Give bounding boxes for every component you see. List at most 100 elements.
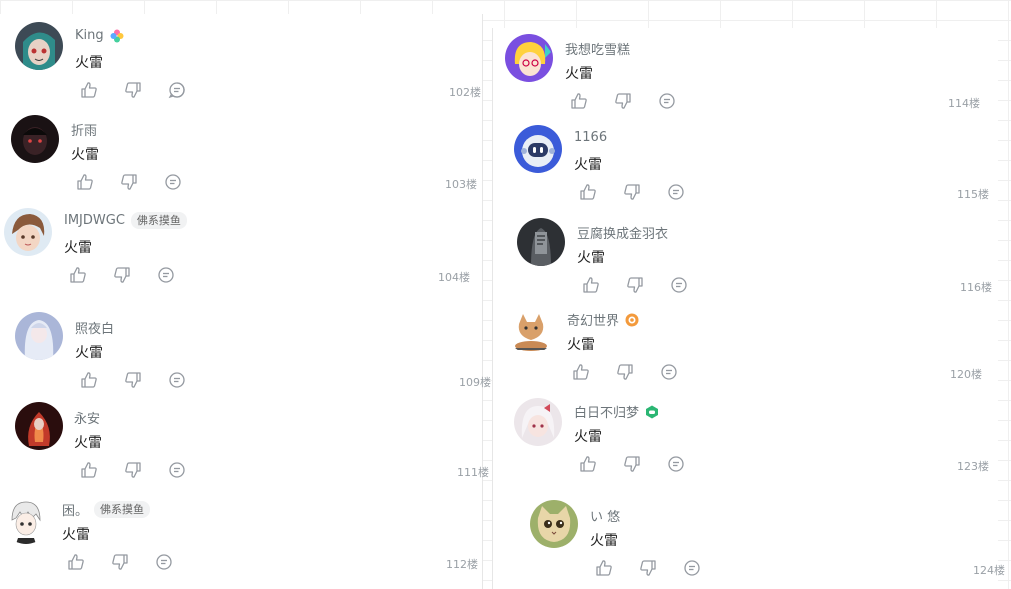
- like-button[interactable]: [579, 183, 597, 201]
- reply-button[interactable]: [168, 81, 186, 99]
- comment-bubble-icon: [168, 82, 185, 99]
- like-button[interactable]: [579, 455, 597, 473]
- comment-bubble-icon: [169, 462, 185, 478]
- reply-button[interactable]: [157, 266, 175, 284]
- reply-button[interactable]: [155, 553, 173, 571]
- avatar[interactable]: [2, 496, 50, 544]
- username[interactable]: 1166: [574, 130, 607, 145]
- username[interactable]: IMJDWGC 佛系摸鱼: [64, 212, 187, 229]
- username[interactable]: 照夜白: [75, 318, 114, 337]
- floor-number: 103楼: [445, 178, 477, 191]
- comment-actions: [80, 81, 186, 99]
- dislike-button[interactable]: [124, 81, 142, 99]
- avatar[interactable]: [11, 115, 59, 163]
- username-text[interactable]: 豆腐换成金羽衣: [577, 223, 668, 242]
- floor-number: 116楼: [960, 281, 992, 294]
- thumbs-up-icon: [68, 554, 84, 570]
- dislike-button[interactable]: [639, 559, 657, 577]
- avatar[interactable]: [517, 218, 565, 266]
- like-button[interactable]: [80, 461, 98, 479]
- comment-item: 永安 火雷 111楼: [0, 392, 489, 484]
- comment-item: 我想吃雪糕 火雷 114楼: [493, 28, 998, 120]
- like-button[interactable]: [80, 371, 98, 389]
- thumbs-up-icon: [580, 456, 596, 472]
- reply-button[interactable]: [667, 455, 685, 473]
- like-button[interactable]: [595, 559, 613, 577]
- avatar[interactable]: [15, 22, 63, 70]
- comment-text: 火雷: [75, 345, 103, 361]
- username-text[interactable]: 白日不归梦: [574, 402, 639, 421]
- comment-bubble-icon: [165, 174, 181, 190]
- avatar[interactable]: [530, 500, 578, 548]
- avatar[interactable]: [505, 34, 553, 82]
- comment-actions: [582, 276, 688, 294]
- avatar[interactable]: [15, 312, 63, 360]
- comment-item: 照夜白 火雷 109楼: [0, 302, 491, 392]
- comment-bubble-icon: [169, 372, 185, 388]
- comment-item: 白日不归梦 火雷 123楼: [493, 392, 998, 492]
- dislike-button[interactable]: [124, 461, 142, 479]
- comment-text: 火雷: [590, 533, 618, 549]
- avatar[interactable]: [15, 402, 63, 450]
- reply-button[interactable]: [658, 92, 676, 110]
- comment-actions: [595, 559, 701, 577]
- thumbs-up-icon: [81, 372, 97, 388]
- thumbs-up-icon: [81, 462, 97, 478]
- like-button[interactable]: [572, 363, 590, 381]
- like-button[interactable]: [582, 276, 600, 294]
- like-button[interactable]: [80, 81, 98, 99]
- username-text[interactable]: い 悠: [590, 506, 620, 525]
- dislike-button[interactable]: [614, 92, 632, 110]
- like-button[interactable]: [69, 266, 87, 284]
- username[interactable]: 白日不归梦: [574, 402, 659, 421]
- dislike-button[interactable]: [626, 276, 644, 294]
- comment-actions: [69, 266, 175, 284]
- reply-button[interactable]: [670, 276, 688, 294]
- reply-button[interactable]: [667, 183, 685, 201]
- reply-button[interactable]: [660, 363, 678, 381]
- left-comment-panel: King 火雷 102楼 折雨 火雷 103楼 IMJDWGC 佛系摸鱼 火雷 …: [0, 14, 491, 589]
- avatar[interactable]: [514, 398, 562, 446]
- reply-button[interactable]: [168, 371, 186, 389]
- dislike-button[interactable]: [111, 553, 129, 571]
- comment-item: King 火雷 102楼: [0, 14, 482, 106]
- comment-bubble-icon: [668, 456, 684, 472]
- username-text[interactable]: King: [75, 28, 104, 43]
- like-button[interactable]: [76, 173, 94, 191]
- avatar[interactable]: [507, 306, 555, 354]
- dislike-button[interactable]: [616, 363, 634, 381]
- dislike-button[interactable]: [623, 455, 641, 473]
- reply-button[interactable]: [164, 173, 182, 191]
- avatar[interactable]: [514, 125, 562, 173]
- username[interactable]: 我想吃雪糕: [565, 39, 630, 58]
- floor-number: 115楼: [957, 188, 989, 201]
- username[interactable]: 折雨: [71, 120, 97, 139]
- username[interactable]: 豆腐换成金羽衣: [577, 223, 668, 242]
- username-text[interactable]: 奇幻世界: [567, 310, 619, 329]
- floor-number: 102楼: [449, 86, 481, 99]
- like-button[interactable]: [67, 553, 85, 571]
- comment-bubble-icon: [661, 364, 677, 380]
- avatar[interactable]: [4, 208, 52, 256]
- username-text[interactable]: 困。: [62, 500, 88, 519]
- username-text[interactable]: 1166: [574, 130, 607, 145]
- comment-actions: [570, 92, 676, 110]
- username-text[interactable]: 我想吃雪糕: [565, 39, 630, 58]
- like-button[interactable]: [570, 92, 588, 110]
- right-comment-panel: 我想吃雪糕 火雷 114楼 1166 火雷 115楼 豆腐换成金羽衣 火雷 11…: [492, 28, 1005, 589]
- username-text[interactable]: 折雨: [71, 120, 97, 139]
- username[interactable]: 永安: [74, 408, 100, 427]
- username[interactable]: い 悠: [590, 506, 620, 525]
- username[interactable]: 奇幻世界: [567, 310, 639, 329]
- dislike-button[interactable]: [120, 173, 138, 191]
- username[interactable]: 困。 佛系摸鱼: [62, 500, 151, 519]
- username-text[interactable]: IMJDWGC: [64, 213, 125, 228]
- username-text[interactable]: 照夜白: [75, 318, 114, 337]
- dislike-button[interactable]: [113, 266, 131, 284]
- username-text[interactable]: 永安: [74, 408, 100, 427]
- username[interactable]: King: [75, 28, 124, 43]
- dislike-button[interactable]: [124, 371, 142, 389]
- reply-button[interactable]: [168, 461, 186, 479]
- reply-button[interactable]: [683, 559, 701, 577]
- dislike-button[interactable]: [623, 183, 641, 201]
